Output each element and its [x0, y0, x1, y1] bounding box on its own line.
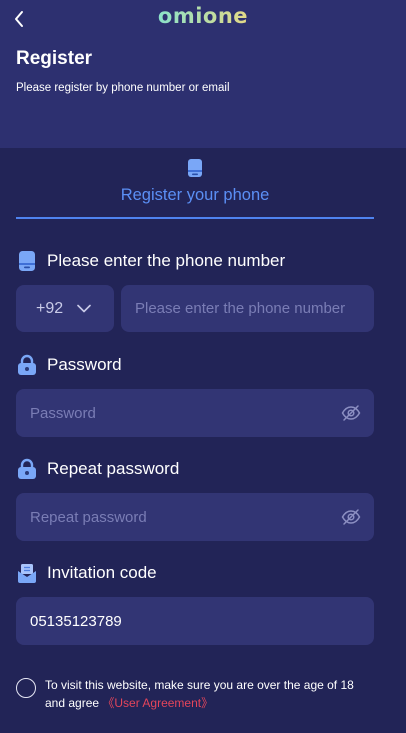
agreement-text-block: To visit this website, make sure you are… — [45, 676, 376, 712]
invitation-label: Invitation code — [16, 561, 157, 585]
header: omione Register Please register by phone… — [0, 0, 406, 148]
password-input[interactable] — [16, 389, 374, 437]
country-code: +92 — [36, 299, 64, 317]
agreement-checkbox[interactable] — [16, 678, 36, 698]
tab-label: Register your phone — [120, 186, 270, 204]
page-title: Register — [16, 48, 93, 69]
phone-input[interactable] — [121, 285, 374, 332]
tab-register-phone[interactable]: Register your phone — [16, 156, 374, 220]
invitation-code-input[interactable] — [16, 597, 374, 645]
repeat-password-label-text: Repeat password — [47, 459, 180, 478]
password-label-text: Password — [47, 355, 122, 374]
phone-icon — [16, 250, 38, 272]
toggle-password-visibility[interactable] — [340, 402, 362, 424]
phone-icon — [188, 159, 202, 177]
toggle-repeat-password-visibility[interactable] — [340, 506, 362, 528]
repeat-password-label: Repeat password — [16, 457, 179, 481]
country-code-select[interactable]: +92 — [16, 285, 114, 332]
repeat-password-input[interactable] — [16, 493, 374, 541]
eye-off-icon — [341, 405, 361, 421]
phone-label-text: Please enter the phone number — [47, 251, 286, 270]
chevron-down-icon — [77, 304, 91, 313]
phone-label: Please enter the phone number — [16, 249, 285, 273]
user-agreement-link[interactable]: 《User Agreement》 — [102, 696, 213, 710]
lock-icon — [16, 354, 38, 376]
invitation-label-text: Invitation code — [47, 563, 157, 582]
logo: omione — [0, 4, 406, 28]
password-label: Password — [16, 353, 122, 377]
eye-off-icon — [341, 509, 361, 525]
page-subtitle: Please register by phone number or email — [16, 82, 230, 94]
tab-underline — [16, 217, 374, 219]
invitation-icon — [16, 562, 38, 584]
agreement: To visit this website, make sure you are… — [16, 676, 376, 712]
lock-icon — [16, 458, 38, 480]
